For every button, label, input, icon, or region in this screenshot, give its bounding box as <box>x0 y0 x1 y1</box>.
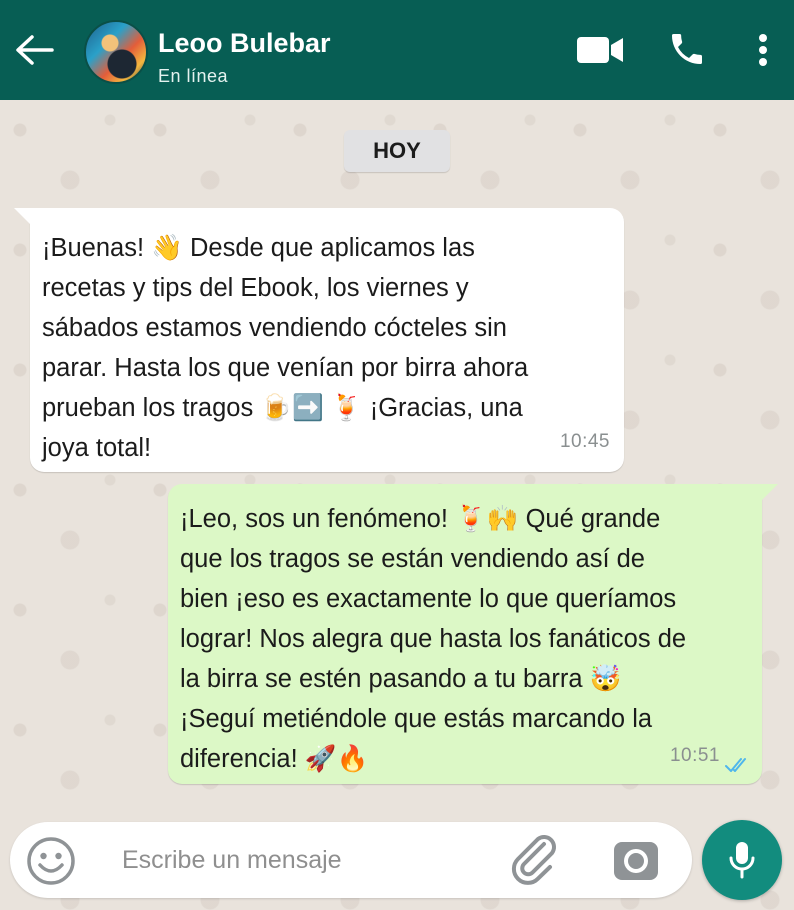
attach-button[interactable] <box>508 834 564 888</box>
incoming-message[interactable]: ¡Buenas! 👋 Desde que aplicamos las recet… <box>14 208 624 472</box>
message-timestamp: 10:45 <box>559 431 610 452</box>
message-text-line: ¡Seguí metiéndole que estás marcando la <box>180 705 653 733</box>
smiley-icon <box>27 837 75 885</box>
message-text-line: joya total! <box>42 434 152 462</box>
message-text-line: diferencia! 🚀🔥 <box>180 745 369 773</box>
message-timestamp: 10:51 <box>669 745 720 766</box>
contact-name[interactable]: Leoo Bulebar <box>158 28 331 59</box>
voice-message-button[interactable] <box>702 820 782 900</box>
video-call-button[interactable] <box>574 30 626 70</box>
paperclip-icon <box>511 835 556 885</box>
emoji-button[interactable] <box>26 836 76 886</box>
camera-button[interactable] <box>612 838 660 884</box>
video-camera-icon <box>577 37 623 63</box>
date-separator: HOY <box>344 130 450 172</box>
camera-icon <box>614 842 658 880</box>
message-text-line: la birra se estén pasando a tu barra 🤯 <box>180 665 622 693</box>
message-text-line: ¡Buenas! 👋 Desde que aplicamos las <box>42 234 475 262</box>
voice-call-button[interactable] <box>664 26 710 72</box>
read-receipt-icon <box>725 758 746 772</box>
more-vertical-icon <box>759 34 767 66</box>
contact-status: En línea <box>158 66 229 86</box>
message-text-line: sábados estamos vendiendo cócteles sin <box>42 314 507 342</box>
message-text-line: ¡Leo, sos un fenómeno! 🍹🙌 Qué grande <box>180 505 661 533</box>
message-text-line: bien ¡eso es exactamente lo que queríamo… <box>180 585 677 613</box>
phone-icon <box>672 34 702 64</box>
more-options-button[interactable] <box>748 28 778 72</box>
message-text-line: prueban los tragos 🍺➡️ 🍹 ¡Gracias, una <box>42 394 523 422</box>
message-text-line: lograr! Nos alegra que hasta los fanátic… <box>180 625 687 653</box>
microphone-icon <box>729 842 755 879</box>
message-composer <box>10 822 692 898</box>
outgoing-message[interactable]: ¡Leo, sos un fenómeno! 🍹🙌 Qué grande que… <box>168 484 778 784</box>
contact-avatar[interactable] <box>84 20 148 84</box>
message-input[interactable] <box>122 840 502 880</box>
chat-header: Leoo Bulebar En línea <box>0 0 794 100</box>
arrow-left-icon <box>16 35 54 65</box>
message-text-line: parar. Hasta los que venían por birra ah… <box>42 354 529 382</box>
back-button[interactable] <box>12 28 56 72</box>
message-text-line: que los tragos se están vendiendo así de <box>180 545 645 573</box>
message-text-line: recetas y tips del Ebook, los viernes y <box>42 274 469 302</box>
